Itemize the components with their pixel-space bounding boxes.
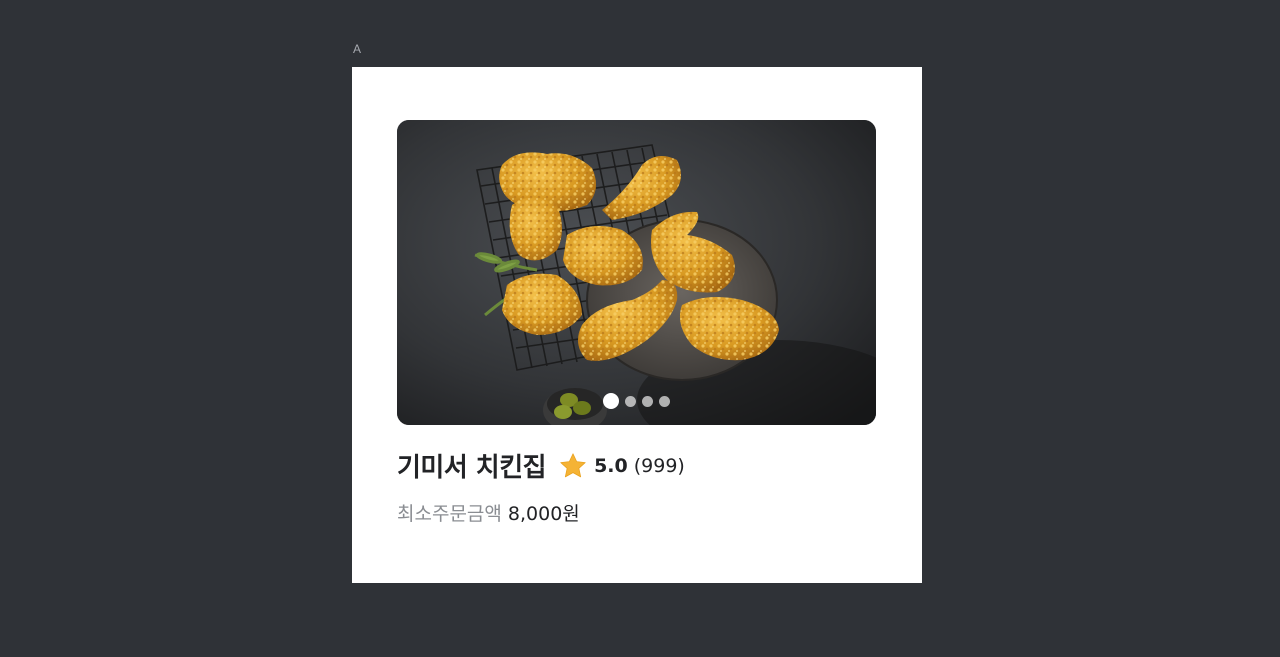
carousel-dot-2[interactable] — [625, 395, 636, 407]
food-photo — [397, 120, 876, 425]
carousel-dot-3[interactable] — [642, 395, 653, 407]
carousel-dot-4[interactable] — [659, 395, 670, 407]
store-name[interactable]: 기미서 치킨집 — [397, 447, 547, 484]
review-count: (999) — [633, 454, 685, 477]
star-icon — [558, 451, 588, 481]
carousel-indicator — [397, 393, 876, 409]
min-order-value: 8,000원 — [507, 503, 580, 525]
min-order-row: 최소주문금액 8,000원 — [397, 499, 580, 526]
min-order-label: 최소주문금액 — [397, 503, 502, 525]
store-image-carousel[interactable] — [397, 120, 876, 425]
rating-value: 5.0 — [594, 454, 628, 477]
store-card[interactable]: 기미서 치킨집 5.0 (999) 최소주문금액 8,000원 — [352, 67, 922, 583]
carousel-dot-1[interactable] — [603, 393, 619, 409]
store-title-row: 기미서 치킨집 5.0 (999) — [397, 447, 685, 484]
frame-label: A — [353, 42, 362, 56]
